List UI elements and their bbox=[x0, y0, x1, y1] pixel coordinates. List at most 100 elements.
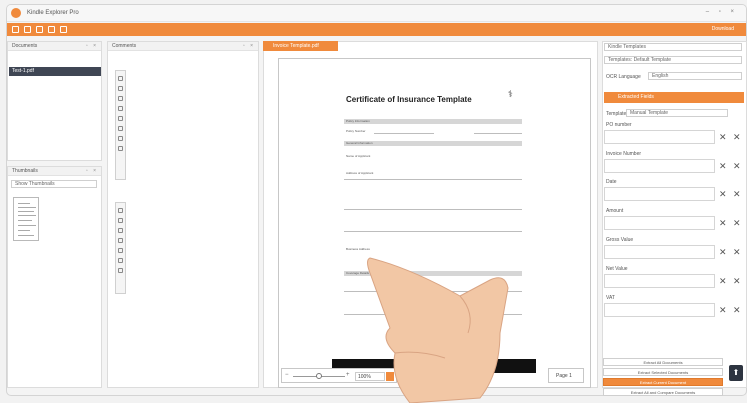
panel-controls[interactable]: ▫ × bbox=[86, 167, 98, 176]
field-label: Date bbox=[606, 179, 617, 185]
documents-panel-header: Documents ▫ × bbox=[8, 42, 101, 51]
rotate-tool-icon[interactable] bbox=[118, 258, 123, 263]
field-label: Address of Applicant bbox=[346, 171, 374, 175]
clear-field-icon[interactable]: ✕ bbox=[719, 218, 727, 228]
documents-panel-title: Documents bbox=[12, 43, 38, 49]
annotation-toolbar-1 bbox=[115, 70, 126, 180]
extract-all-button[interactable]: Extract All Documents bbox=[603, 358, 723, 366]
remove-field-icon[interactable]: ✕ bbox=[733, 305, 741, 315]
field-input[interactable] bbox=[604, 159, 715, 173]
thumbnails-panel-title: Thumbnails bbox=[12, 168, 38, 174]
zoom-out-icon[interactable]: − bbox=[285, 372, 289, 378]
comments-panel-title: Comments bbox=[112, 43, 137, 49]
panel-controls[interactable]: ▫ × bbox=[243, 42, 255, 51]
field-input[interactable] bbox=[604, 274, 715, 288]
thumbnails-select[interactable]: Show Thumbnails bbox=[11, 180, 97, 188]
crop-tool-icon[interactable] bbox=[118, 248, 123, 253]
document-list-item[interactable]: Test-1.pdf bbox=[9, 67, 101, 76]
settings-icon[interactable] bbox=[60, 26, 67, 33]
section-bar bbox=[344, 119, 522, 124]
field-line bbox=[474, 133, 522, 134]
image-tool-icon[interactable] bbox=[118, 228, 123, 233]
field-input[interactable] bbox=[604, 216, 715, 230]
line-tool-icon[interactable] bbox=[118, 86, 123, 91]
thumbnails-panel-header: Thumbnails ▫ × bbox=[8, 167, 101, 176]
field-input[interactable] bbox=[604, 187, 715, 201]
clear-field-icon[interactable]: ✕ bbox=[719, 189, 727, 199]
zoom-slider-knob[interactable] bbox=[316, 373, 322, 379]
app-logo-icon bbox=[11, 8, 21, 18]
remove-field-icon[interactable]: ✕ bbox=[733, 189, 741, 199]
save-icon[interactable] bbox=[36, 26, 43, 33]
remove-field-icon[interactable]: ✕ bbox=[733, 276, 741, 286]
signature-tool-icon[interactable] bbox=[118, 238, 123, 243]
eraser-tool-icon[interactable] bbox=[118, 146, 123, 151]
collections-select[interactable]: Templates: Default Template bbox=[604, 56, 742, 64]
divider bbox=[344, 179, 522, 180]
field-input[interactable] bbox=[604, 245, 715, 259]
field-label: Net Value bbox=[606, 266, 628, 272]
rect-tool-icon[interactable] bbox=[118, 106, 123, 111]
extracted-fields-header: Extracted Fields bbox=[604, 92, 744, 103]
field-label: Invoice Number bbox=[606, 151, 642, 157]
clear-field-icon[interactable]: ✕ bbox=[719, 247, 727, 257]
select-tool-icon[interactable] bbox=[118, 208, 123, 213]
field-input[interactable] bbox=[604, 303, 715, 317]
comments-panel-header: Comments ▫ × bbox=[108, 42, 258, 51]
clear-field-icon[interactable]: ✕ bbox=[719, 305, 727, 315]
clear-field-icon[interactable]: ✕ bbox=[719, 276, 727, 286]
field-label: Name of Applicant bbox=[346, 154, 371, 158]
hand-illustration bbox=[367, 257, 509, 403]
highlight-tool-icon[interactable] bbox=[118, 136, 123, 141]
document-logo-icon: ⚕ bbox=[508, 89, 513, 99]
extract-selected-button[interactable]: Extract Selected Documents bbox=[603, 368, 723, 376]
template-library-select[interactable]: Kindle Templates bbox=[604, 43, 742, 51]
zoom-in-icon[interactable]: + bbox=[346, 372, 350, 378]
comments-panel: Comments ▫ × bbox=[107, 41, 259, 388]
document-title: Certificate of Insurance Template bbox=[346, 95, 472, 104]
section-label: General Information bbox=[346, 141, 373, 145]
documents-panel: Documents ▫ × bbox=[7, 41, 102, 161]
remove-field-icon[interactable]: ✕ bbox=[733, 247, 741, 257]
text-tool-icon[interactable] bbox=[118, 76, 123, 81]
remove-field-icon[interactable]: ✕ bbox=[733, 218, 741, 228]
tab-document[interactable]: Invoice Template.pdf bbox=[263, 41, 338, 51]
field-label: Amount bbox=[606, 208, 624, 214]
extract-compare-button[interactable]: Extract All and Compare Documents bbox=[603, 388, 723, 396]
extract-current-button[interactable]: Extract Current Document bbox=[603, 378, 723, 386]
panel-controls[interactable]: ▫ × bbox=[86, 42, 98, 51]
stamp-tool-icon[interactable] bbox=[118, 218, 123, 223]
field-input[interactable] bbox=[604, 130, 715, 144]
ocr-language-label: OCR Language bbox=[606, 74, 641, 80]
field-line bbox=[374, 133, 434, 134]
template-select[interactable]: Manual Template bbox=[626, 109, 728, 117]
delete-tool-icon[interactable] bbox=[118, 268, 123, 273]
page-thumbnail[interactable] bbox=[13, 197, 39, 241]
clear-field-icon[interactable]: ✕ bbox=[719, 132, 727, 142]
scroll-up-icon[interactable]: ⬆ bbox=[729, 365, 743, 381]
field-label: Policy Number bbox=[346, 129, 366, 133]
new-icon[interactable] bbox=[12, 26, 19, 33]
toolbar-ribbon: Download bbox=[7, 23, 746, 36]
divider bbox=[344, 231, 522, 232]
ellipse-tool-icon[interactable] bbox=[118, 116, 123, 121]
pen-tool-icon[interactable] bbox=[118, 126, 123, 131]
window-controls[interactable]: – ▫ × bbox=[706, 9, 738, 15]
clear-field-icon[interactable]: ✕ bbox=[719, 161, 727, 171]
title-bar: Kindle Explorer Pro – ▫ × bbox=[7, 5, 746, 22]
template-label: Template bbox=[606, 111, 627, 117]
arrow-tool-icon[interactable] bbox=[118, 96, 123, 101]
ribbon-right-text[interactable]: Download bbox=[712, 26, 734, 32]
annotation-toolbar-2 bbox=[115, 202, 126, 294]
field-label: Gross Value bbox=[606, 237, 634, 243]
divider bbox=[344, 209, 522, 210]
print-icon[interactable] bbox=[48, 26, 55, 33]
remove-field-icon[interactable]: ✕ bbox=[733, 132, 741, 142]
page-button[interactable]: Page 1 bbox=[548, 368, 584, 383]
ocr-language-select[interactable]: English bbox=[648, 72, 742, 80]
open-icon[interactable] bbox=[24, 26, 31, 33]
field-label: VAT bbox=[606, 295, 615, 301]
window-title: Kindle Explorer Pro bbox=[27, 10, 79, 16]
remove-field-icon[interactable]: ✕ bbox=[733, 161, 741, 171]
section-label: Policy Information bbox=[346, 119, 370, 123]
